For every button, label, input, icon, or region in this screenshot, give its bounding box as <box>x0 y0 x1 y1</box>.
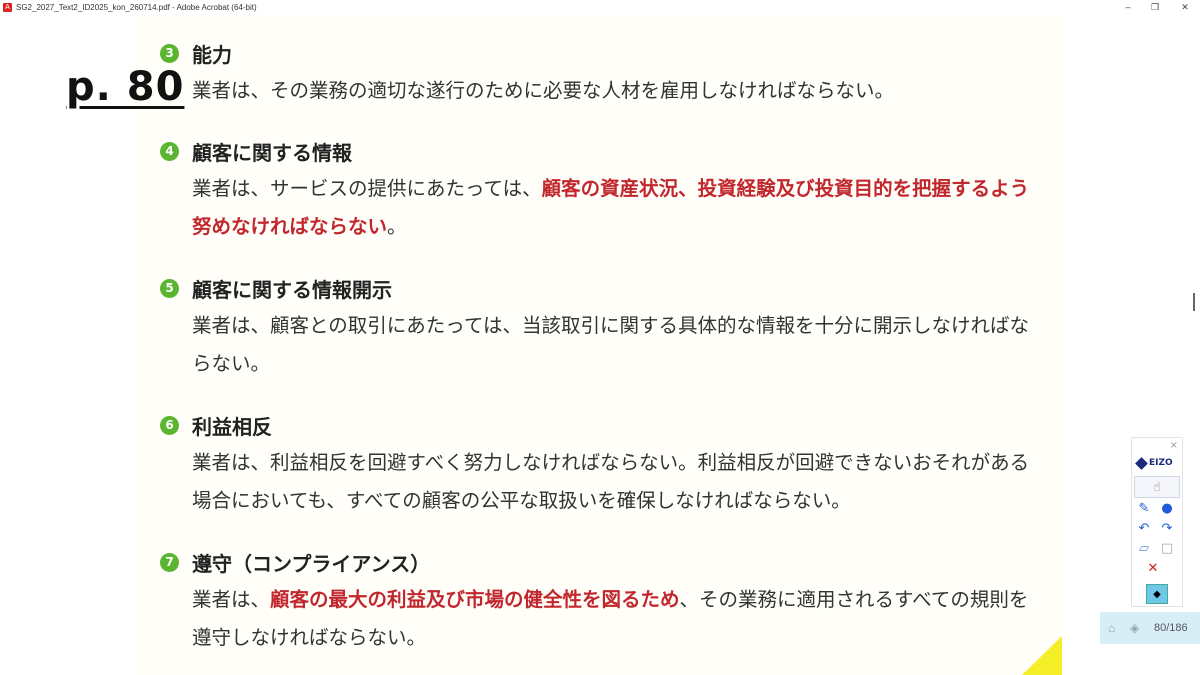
number-badge: 6 <box>160 415 179 435</box>
section-body: 業者は、サービスの提供にあたっては、顧客の資産状況、投資経験及び投資目的を把握す… <box>192 170 1032 246</box>
hand-tool-button[interactable]: ☝ <box>1134 476 1180 498</box>
eraser-icon: ▱ <box>1139 540 1149 556</box>
section-5: 5 顧客に関する情報開示 業者は、顧客との取引にあたっては、当該取引に関する具体… <box>160 273 1040 383</box>
section-3: 3 能力 業者は、その業務の適切な遂行のために必要な人材を雇用しなければならない… <box>160 38 1040 110</box>
hand-icon: ☝ <box>1153 479 1161 495</box>
eizo-logo: EIZO <box>1135 456 1177 470</box>
body-text: 業者は、顧客との取引にあたっては、当該取引に関する具体的な情報を十分に開示しなけ… <box>192 314 1029 375</box>
acrobat-icon: A <box>3 2 12 12</box>
eraser-tool-button[interactable]: ▱ <box>1135 540 1153 556</box>
corner-triangle <box>1022 636 1062 675</box>
maximize-button[interactable]: ❐ <box>1142 0 1168 14</box>
section-heading: 3 能力 <box>160 38 1040 68</box>
toolbar-close-icon[interactable]: × <box>1170 440 1178 451</box>
section-body: 業者は、その業務の適切な遂行のために必要な人材を雇用しなければならない。 <box>192 72 1032 110</box>
window-title: SG2_2027_Text2_ID2025_kon_260714.pdf - A… <box>16 2 257 12</box>
section-heading: 4 顧客に関する情報 <box>160 136 1040 166</box>
page-indicator[interactable]: ⌂ ◈ 80/186 <box>1100 612 1200 644</box>
body-text: 業者は、利益相反を回避すべく努力しなければならない。利益相反が回避できないおそれ… <box>192 451 1030 512</box>
section-6: 6 利益相反 業者は、利益相反を回避すべく努力しなければならない。利益相反が回避… <box>160 410 1040 520</box>
logo-diamond-icon <box>1135 456 1148 470</box>
heading-text: 利益相反 <box>192 414 272 439</box>
heading-text: 能力 <box>192 42 232 67</box>
section-heading: 7 遵守（コンプライアンス） <box>160 547 1040 577</box>
body-text: 業者は、 <box>192 588 271 611</box>
pen-icon: ✎ <box>1138 500 1150 516</box>
section-body: 業者は、顧客との取引にあたっては、当該取引に関する具体的な情報を十分に開示しなけ… <box>192 307 1032 383</box>
screenshot-tool-button[interactable]: ◆ <box>1146 584 1168 604</box>
minimize-button[interactable]: – <box>1115 0 1141 14</box>
section-body: 業者は、利益相反を回避すべく努力しなければならない。利益相反が回避できないおそれ… <box>192 444 1032 520</box>
annotation-toolbar: × EIZO ☝ ✎ ● ↶ ↷ ▱ □ ✕ ◆ <box>1131 437 1183 607</box>
heading-text: 遵守（コンプライアンス） <box>192 551 431 576</box>
section-4: 4 顧客に関する情報 業者は、サービスの提供にあたっては、顧客の資産状況、投資経… <box>160 136 1040 246</box>
number-badge: 3 <box>160 43 179 63</box>
undo-button[interactable]: ↶ <box>1135 520 1153 536</box>
dot-icon: ● <box>1161 500 1173 516</box>
number-badge: 5 <box>160 278 179 298</box>
pen-size-button[interactable]: ● <box>1158 500 1176 516</box>
page-count: 80/186 <box>1154 622 1188 634</box>
number-badge: 7 <box>160 552 179 572</box>
close-window-button[interactable]: ✕ <box>1172 0 1198 14</box>
body-text: 。 <box>387 215 407 238</box>
section-heading: 6 利益相反 <box>160 410 1040 440</box>
home-icon[interactable]: ⌂ <box>1108 621 1122 635</box>
screenshot-icon: ◆ <box>1153 588 1161 600</box>
page-layers-icon[interactable]: ◈ <box>1130 621 1144 635</box>
number-badge: 4 <box>160 141 179 161</box>
pen-tool-button[interactable]: ✎ <box>1135 500 1153 516</box>
clear-button[interactable]: ✕ <box>1144 560 1162 576</box>
clear-icon: ✕ <box>1147 560 1159 576</box>
body-text: 業者は、その業務の適切な遂行のために必要な人材を雇用しなければならない。 <box>192 79 895 102</box>
redo-button[interactable]: ↷ <box>1158 520 1176 536</box>
undo-icon: ↶ <box>1138 520 1150 536</box>
emphasized-text: 顧客の最大の利益及び市場の健全性を図るため <box>270 588 680 611</box>
scrollbar-thumb[interactable] <box>1193 293 1195 311</box>
section-heading: 5 顧客に関する情報開示 <box>160 273 1040 303</box>
section-7: 7 遵守（コンプライアンス） 業者は、顧客の最大の利益及び市場の健全性を図るため… <box>160 547 1040 657</box>
redo-icon: ↷ <box>1161 520 1173 536</box>
heading-text: 顧客に関する情報 <box>192 140 352 165</box>
section-body: 業者は、顧客の最大の利益及び市場の健全性を図るため、その業務に適用されるすべての… <box>192 581 1032 657</box>
heading-text: 顧客に関する情報開示 <box>192 277 392 302</box>
body-text: 業者は、サービスの提供にあたっては、 <box>192 177 542 200</box>
square-icon: □ <box>1160 540 1174 556</box>
window-title-bar: A SG2_2027_Text2_ID2025_kon_260714.pdf -… <box>0 0 1200 14</box>
shape-tool-button[interactable]: □ <box>1158 540 1176 556</box>
